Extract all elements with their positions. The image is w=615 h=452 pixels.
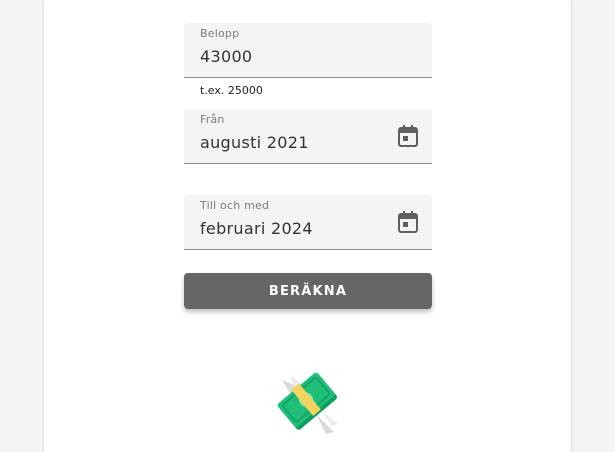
amount-label: Belopp — [200, 27, 240, 40]
amount-field[interactable]: Belopp 43000 — [184, 23, 432, 78]
to-label: Till och med — [200, 199, 270, 212]
to-date-field[interactable]: Till och med februari 2024 — [184, 195, 432, 250]
calculator-card: Belopp 43000 t.ex. 25000 Från augusti 20… — [44, 0, 571, 452]
amount-helper-text: t.ex. 25000 — [200, 84, 263, 97]
from-date-field[interactable]: Från augusti 2021 — [184, 109, 432, 164]
from-label: Från — [200, 113, 225, 126]
from-value[interactable]: augusti 2021 — [200, 133, 309, 152]
to-value[interactable]: februari 2024 — [200, 219, 313, 238]
amount-value[interactable]: 43000 — [200, 47, 252, 66]
calculate-button[interactable]: BERÄKNA — [184, 273, 432, 309]
calendar-icon[interactable] — [398, 125, 418, 147]
calendar-icon[interactable] — [398, 211, 418, 233]
flying-money-icon: $ — [277, 372, 338, 434]
